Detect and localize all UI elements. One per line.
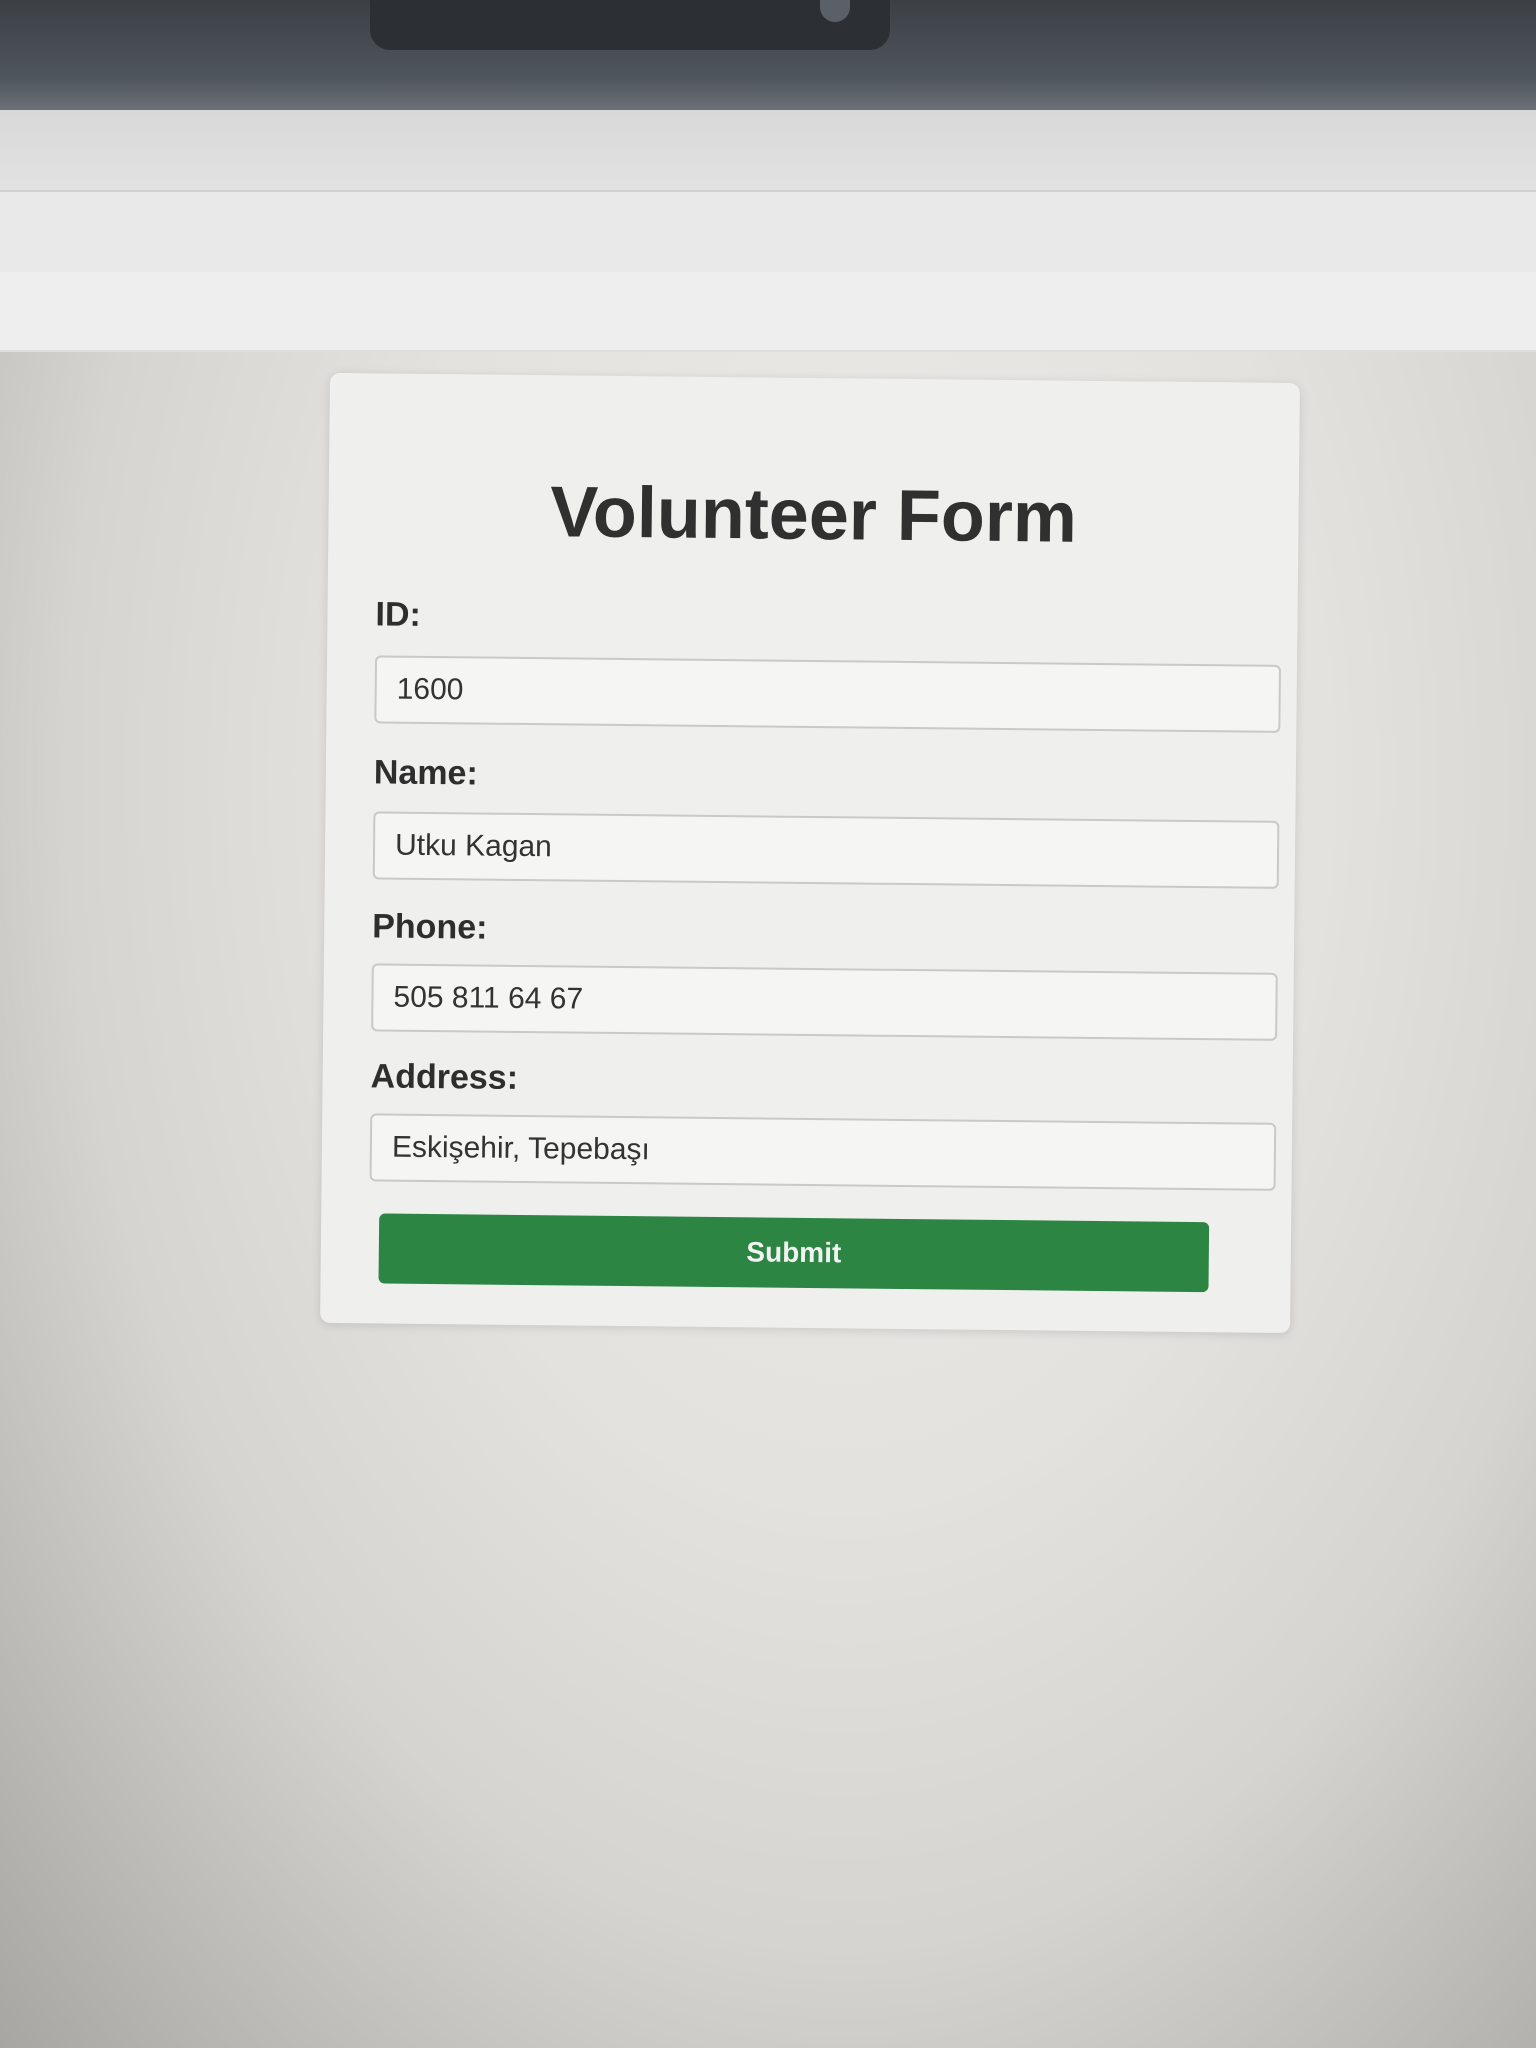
browser-address-bar: [0, 192, 1536, 272]
browser-toolbar: [0, 272, 1536, 352]
id-label: ID:: [375, 595, 422, 634]
submit-button[interactable]: Submit: [378, 1213, 1210, 1293]
phone-label: Phone:: [372, 907, 488, 947]
address-field[interactable]: [369, 1113, 1277, 1191]
form-title: Volunteer Form: [549, 472, 1078, 558]
monitor-bezel: [0, 0, 1536, 110]
address-label: Address:: [370, 1057, 519, 1097]
name-label: Name:: [373, 753, 478, 793]
phone-field[interactable]: [371, 963, 1278, 1041]
browser-tab-bar: [0, 110, 1536, 192]
id-field[interactable]: [374, 655, 1282, 733]
name-field[interactable]: [372, 811, 1280, 889]
camera-notch: [370, 0, 890, 50]
volunteer-form: Volunteer Form ID: Name: Phone: Address:…: [320, 372, 1300, 1334]
